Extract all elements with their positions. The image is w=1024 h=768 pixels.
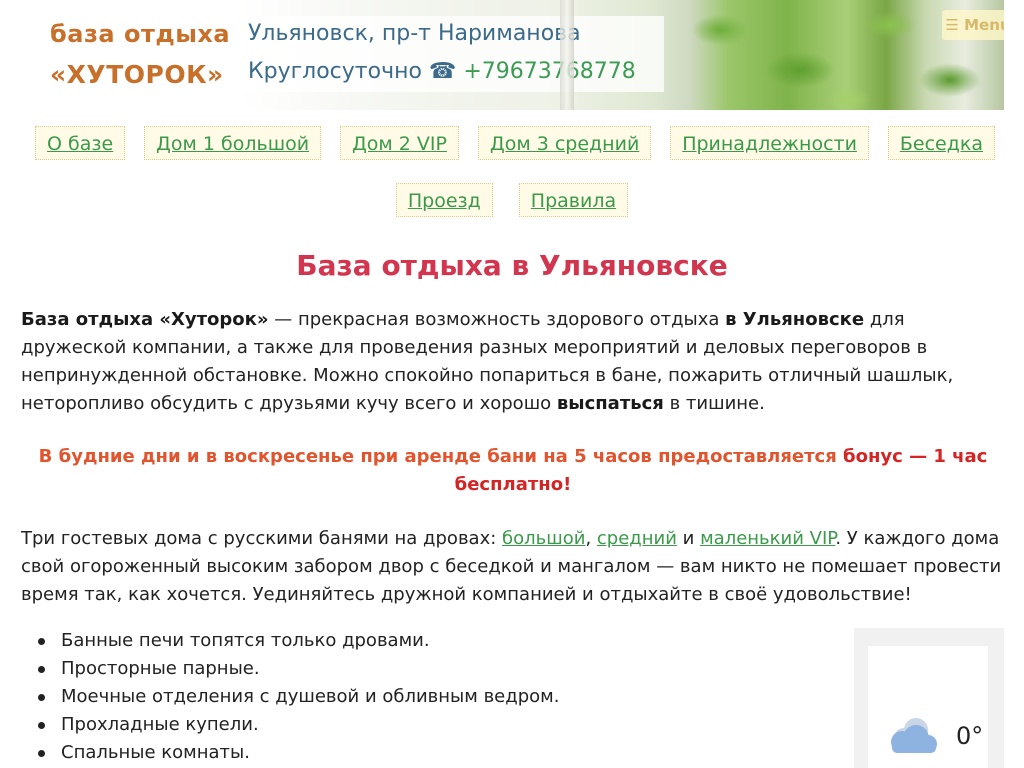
link-vip-house[interactable]: маленький VIP xyxy=(700,528,835,549)
phone-icon: ☎ xyxy=(428,59,457,84)
cloud-icon xyxy=(891,718,937,753)
bonus-text: В будние дни и в воскресенье при аренде … xyxy=(38,446,844,467)
list-item: Моечные отделения с душевой и обливным в… xyxy=(38,683,861,711)
houses-sep-1: , xyxy=(585,528,597,549)
phone-link[interactable]: +79673768778 xyxy=(463,59,635,84)
list-item: Спальные комнаты. xyxy=(38,739,861,767)
address-text: Ульяновск, пр-т Нариманова xyxy=(248,21,581,46)
nav-row-1: О базе Дом 1 большой Дом 2 VIP Дом 3 сре… xyxy=(35,126,995,160)
hours-and-phone: Круглосуточно ☎ +79673768778 xyxy=(248,59,636,84)
list-item: Прохладные купели. xyxy=(38,711,861,739)
brand-title-line2[interactable]: «ХУТОРОК» xyxy=(50,60,224,89)
link-large-house[interactable]: большой xyxy=(502,528,585,549)
list-item: Просторные парные. xyxy=(38,655,861,683)
intro-text-1: — прекрасная возможность здорового отдых… xyxy=(268,309,726,330)
intro-text-3: в тишине. xyxy=(663,393,765,414)
nav-item-supplies[interactable]: Принадлежности xyxy=(670,126,869,160)
page-title: База отдыха в Ульяновске xyxy=(296,249,728,282)
features-list: Банные печи топятся только дровами. Прос… xyxy=(21,627,861,767)
houses-paragraph: Три гостевых дома с русскими банями на д… xyxy=(21,525,1005,609)
menu-button[interactable]: ☰ Menu xyxy=(942,10,1004,40)
link-medium-house[interactable]: средний xyxy=(597,528,677,549)
houses-sep-2: и xyxy=(676,528,701,549)
nav-item-house-2[interactable]: Дом 2 VIP xyxy=(339,126,459,160)
intro-bold-name: База отдыха «Хуторок» xyxy=(21,309,269,330)
hours-label: Круглосуточно xyxy=(248,59,422,84)
brand-title-line1[interactable]: база отдыха xyxy=(50,20,230,48)
houses-text-1: Три гостевых дома с русскими банями на д… xyxy=(21,528,503,549)
intro-bold-city: в Ульяновске xyxy=(725,309,865,330)
intro-bold-sleep: выспаться xyxy=(556,393,664,414)
nav-item-directions[interactable]: Проезд xyxy=(395,183,493,217)
nav-item-house-1[interactable]: Дом 1 большой xyxy=(144,126,322,160)
weather-card: 0° xyxy=(868,646,988,768)
intro-paragraph: База отдыха «Хуторок» — прекрасная возмо… xyxy=(21,306,1005,418)
nav-item-rules[interactable]: Правила xyxy=(518,183,629,217)
list-item: Банные печи топятся только дровами. xyxy=(38,627,861,655)
nav-row-2: Проезд Правила xyxy=(0,183,1024,217)
weather-temperature: 0° xyxy=(956,722,984,750)
header-banner: база отдыха «ХУТОРОК» Ульяновск, пр-т На… xyxy=(20,0,1004,110)
bonus-notice: В будние дни и в воскресенье при аренде … xyxy=(21,443,1005,499)
nav-item-about[interactable]: О базе xyxy=(35,126,126,160)
nav-item-house-3[interactable]: Дом 3 средний xyxy=(477,126,652,160)
weather-widget[interactable]: 0° xyxy=(854,628,1004,768)
nav-item-gazebo[interactable]: Беседка xyxy=(887,126,995,160)
